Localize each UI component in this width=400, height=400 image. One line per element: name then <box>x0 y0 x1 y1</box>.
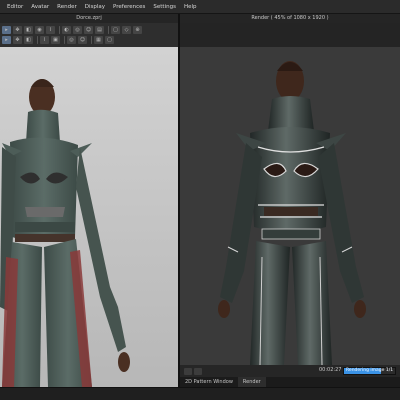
render-icon[interactable]: ▢ <box>105 36 114 44</box>
toolbar-separator <box>64 36 65 44</box>
window-tabs: 2D Pattern Window Render <box>180 377 400 387</box>
toolbar-separator <box>91 36 92 44</box>
texture-icon[interactable]: ▣ <box>51 36 60 44</box>
toolbar-separator <box>108 26 109 34</box>
transform-icon[interactable]: ✥ <box>13 26 22 34</box>
shade-icon[interactable]: ◎ <box>73 26 82 34</box>
menu-render[interactable]: Render <box>53 0 81 14</box>
avatar-3d-figure <box>0 79 130 387</box>
select-icon[interactable]: ▸ <box>2 36 11 44</box>
avatar-icon[interactable]: ▤ <box>95 26 104 34</box>
render-progress-bar: Rendering image 1/1 <box>343 367 396 375</box>
3d-toolbar: ▸ ✥ ◧ ◉ ⌇ ◐ ◎ ☺ ▤ ▢ ◇ ⊕ ▸ ✥ ◧ ⌇ ▣ ◎ ☺ ▦ ▢ <box>0 23 178 47</box>
grid-icon[interactable]: ☺ <box>78 36 87 44</box>
menu-editor[interactable]: Editor <box>3 0 27 14</box>
tack-icon[interactable]: ◧ <box>24 36 33 44</box>
zoom-icon[interactable]: ◎ <box>67 36 76 44</box>
fit-icon[interactable]: ⊕ <box>133 26 142 34</box>
toolbar-separator <box>59 26 60 34</box>
menu-display[interactable]: Display <box>81 0 109 14</box>
strain-icon[interactable]: ▢ <box>111 26 120 34</box>
render-settings-button[interactable] <box>194 367 202 375</box>
fold-icon[interactable]: ◧ <box>24 26 33 34</box>
menu-bar: Editor Avatar Render Display Preferences… <box>0 0 400 14</box>
render-status-bar: 00:02:27 Rendering image 1/1 <box>180 365 400 377</box>
status-bar <box>0 387 400 400</box>
render-elapsed-time: 00:02:27 <box>319 367 342 373</box>
menu-preferences[interactable]: Preferences <box>109 0 149 14</box>
render-preview[interactable] <box>180 47 400 365</box>
toolbar-separator <box>37 36 38 44</box>
xray-icon[interactable]: ☺ <box>84 26 93 34</box>
render-progress-label: Rendering image 1/1 <box>346 368 394 373</box>
tab-2d-pattern-window[interactable]: 2D Pattern Window <box>180 377 238 387</box>
sewing-icon[interactable]: ⌇ <box>46 26 55 34</box>
light-icon[interactable]: ▦ <box>94 36 103 44</box>
render-stop-button[interactable] <box>184 367 192 375</box>
3d-window-title: Dorce.zprj <box>0 14 178 23</box>
menu-settings[interactable]: Settings <box>149 0 180 14</box>
rendered-figure <box>218 61 366 365</box>
render-window-title: Render ( 45% of 1080 x 1920 ) <box>180 14 400 23</box>
render-toolbar-strip <box>180 23 400 47</box>
3d-garment-viewport[interactable] <box>0 47 178 387</box>
move-icon[interactable]: ✥ <box>13 36 22 44</box>
stress-icon[interactable]: ◇ <box>122 26 131 34</box>
menu-avatar[interactable]: Avatar <box>27 0 53 14</box>
menu-help[interactable]: Help <box>180 0 201 14</box>
tab-render[interactable]: Render <box>237 377 266 387</box>
camera-icon[interactable]: ◐ <box>62 26 71 34</box>
pin-icon[interactable]: ◉ <box>35 26 44 34</box>
cursor-icon[interactable]: ▸ <box>2 26 11 34</box>
fabric-icon[interactable]: ⌇ <box>40 36 49 44</box>
